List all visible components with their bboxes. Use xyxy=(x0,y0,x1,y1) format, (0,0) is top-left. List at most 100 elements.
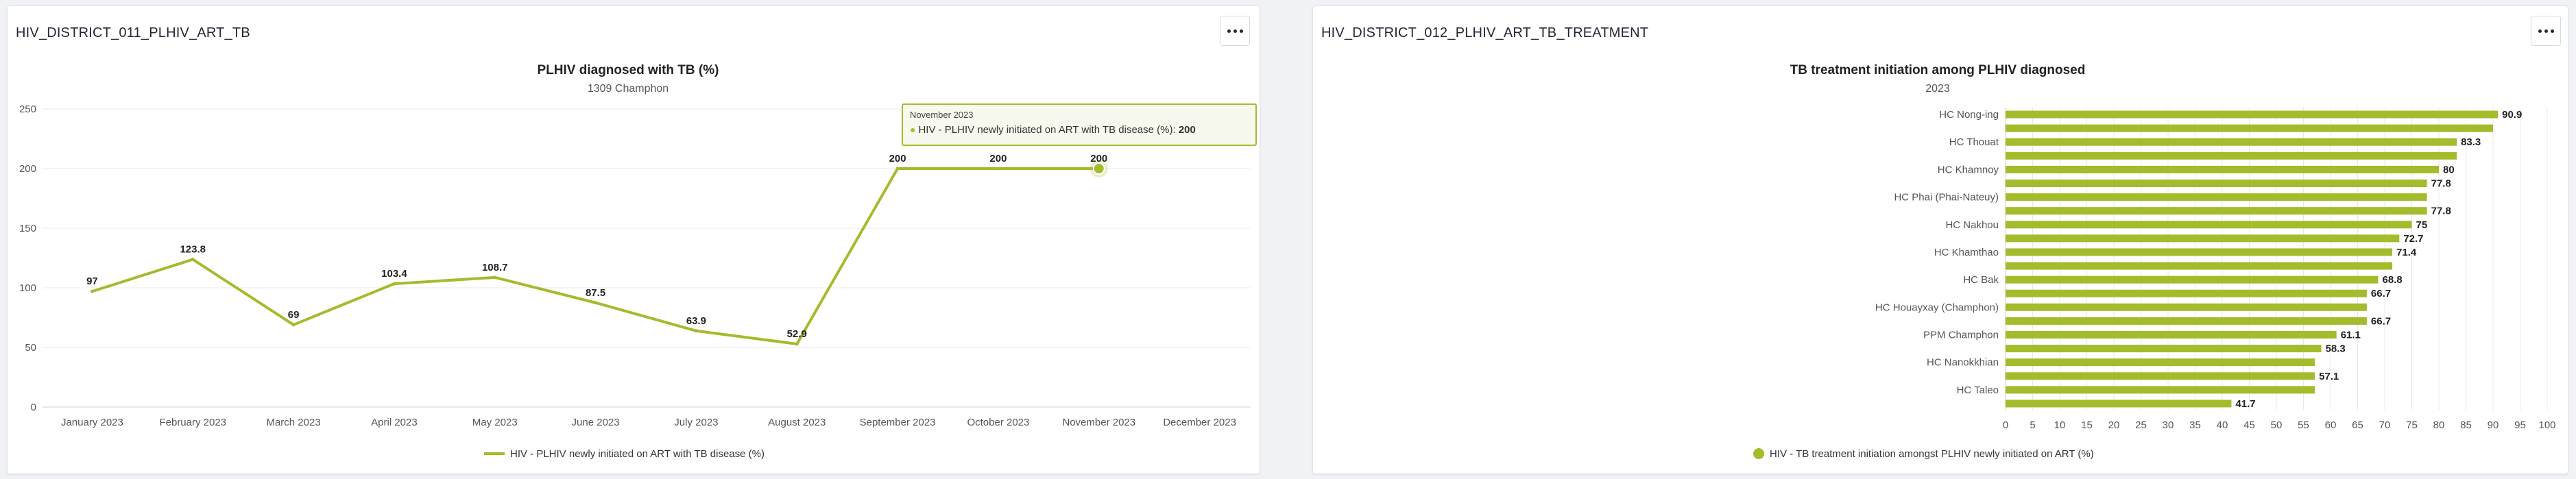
data-point xyxy=(594,301,598,305)
bar xyxy=(2006,400,2232,408)
y-category-label: HC Nakhou xyxy=(1945,219,1999,231)
x-tick-label: 20 xyxy=(2108,419,2120,431)
data-point xyxy=(392,282,396,286)
y-category-label: HC Houayxay (Champhon) xyxy=(1875,302,1999,313)
x-tick-label: 30 xyxy=(2163,419,2174,431)
data-label: 72.7 xyxy=(2403,233,2423,245)
chart-subtitle: 2023 xyxy=(1925,83,1950,95)
x-tick-label: January 2023 xyxy=(61,417,123,428)
x-tick-label: 0 xyxy=(2003,419,2008,431)
y-category-label: HC Thouat xyxy=(1949,136,1999,148)
chart-tooltip: November 2023 ● HIV - PLHIV newly initiat… xyxy=(902,103,1257,146)
bar xyxy=(2006,303,2367,311)
x-tick-label: March 2023 xyxy=(266,417,320,428)
x-tick-label: June 2023 xyxy=(572,417,620,428)
bar xyxy=(2006,317,2367,325)
bar xyxy=(2006,275,2379,284)
x-tick-label: 50 xyxy=(2271,419,2283,431)
x-tick-label: 65 xyxy=(2352,419,2363,431)
bar-chart: TB treatment initiation among PLHIV diag… xyxy=(1753,63,2556,460)
bar xyxy=(2006,193,2427,201)
x-tick-label: 25 xyxy=(2135,419,2147,431)
bar xyxy=(2006,165,2439,173)
x-tick-label: 70 xyxy=(2379,419,2391,431)
data-point xyxy=(996,167,1000,171)
y-tick-label: 50 xyxy=(25,342,36,354)
x-tick-label: 45 xyxy=(2243,419,2255,431)
bar xyxy=(2006,221,2412,229)
x-tick-label: 75 xyxy=(2406,419,2418,431)
y-tick-label: 150 xyxy=(19,223,36,234)
data-point xyxy=(191,258,195,262)
data-label: 66.7 xyxy=(2371,315,2391,327)
bar xyxy=(2006,386,2315,394)
x-tick-label: October 2023 xyxy=(967,417,1029,428)
line-chart: PLHIV diagnosed with TB (%) 1309 Champhon… xyxy=(19,63,1250,460)
bar-chart-panel: HIV_DISTRICT_012_PLHIV_ART_TB_TREATMENT … xyxy=(1312,5,2568,474)
bar xyxy=(2006,138,2457,146)
x-tick-label: 85 xyxy=(2460,419,2472,431)
bar xyxy=(2006,358,2315,367)
data-label: 80 xyxy=(2443,164,2455,175)
x-tick-label: 35 xyxy=(2189,419,2201,431)
data-label: 200 xyxy=(1090,153,1107,164)
data-label: 58.3 xyxy=(2326,343,2346,355)
tooltip-series-marker-icon: ● xyxy=(910,124,916,135)
tooltip-date: November 2023 xyxy=(910,110,974,120)
data-label: 57.1 xyxy=(2319,371,2339,382)
data-label: 83.3 xyxy=(2461,136,2481,148)
line-chart-panel: HIV_DISTRICT_011_PLHIV_ART_TB PLHIV diag… xyxy=(7,5,1260,474)
data-label: 108.7 xyxy=(482,262,508,273)
y-tick-label: 100 xyxy=(19,282,36,294)
x-tick-label: 55 xyxy=(2298,419,2309,431)
y-category-label: HC Bak xyxy=(1963,274,1999,286)
data-label: 52.9 xyxy=(787,328,807,340)
data-label: 61.1 xyxy=(2341,330,2361,341)
x-tick-label: 80 xyxy=(2433,419,2445,431)
y-category-label: HC Nanokkhian xyxy=(1927,357,1999,369)
y-category-label: PPM Champhon xyxy=(1923,330,1999,341)
data-point xyxy=(795,342,799,346)
y-category-label: HC Phai (Phai-Nateuy) xyxy=(1894,192,1999,204)
x-tick-label: July 2023 xyxy=(674,417,718,428)
data-label: 90.9 xyxy=(2502,109,2522,121)
x-tick-label: 95 xyxy=(2514,419,2526,431)
data-label: 66.7 xyxy=(2371,288,2391,299)
bar xyxy=(2006,262,2393,270)
data-point xyxy=(895,167,900,171)
x-tick-label: 5 xyxy=(2030,419,2035,431)
legend-swatch xyxy=(1753,448,1764,459)
data-label: 77.8 xyxy=(2431,178,2451,190)
y-tick-label: 250 xyxy=(19,103,36,115)
bar xyxy=(2006,248,2393,256)
data-point xyxy=(90,289,94,293)
data-point xyxy=(493,275,497,280)
x-tick-label: 15 xyxy=(2081,419,2093,431)
bar xyxy=(2006,234,2400,243)
data-label: 69 xyxy=(288,309,300,321)
tooltip-value: 200 xyxy=(1178,124,1196,136)
x-tick-label: 100 xyxy=(2538,419,2555,431)
data-label: 63.9 xyxy=(686,315,706,327)
bar xyxy=(2006,372,2315,380)
x-tick-label: 40 xyxy=(2217,419,2228,431)
data-point xyxy=(291,323,296,327)
x-tick-label: August 2023 xyxy=(768,417,826,428)
x-tick-label: April 2023 xyxy=(371,417,418,428)
y-category-label: HC Khamnoy xyxy=(1938,164,1999,175)
y-category-label: HC Khamthao xyxy=(1934,247,1999,258)
x-tick-label: September 2023 xyxy=(860,417,936,428)
series-line xyxy=(91,167,1099,345)
x-tick-label: 60 xyxy=(2325,419,2337,431)
data-label: 200 xyxy=(889,153,906,164)
data-label: 103.4 xyxy=(381,268,407,280)
legend-label: HIV - PLHIV newly initiated on ART with … xyxy=(510,448,765,460)
bar xyxy=(2006,207,2427,215)
bar xyxy=(2006,331,2337,339)
bar xyxy=(2006,180,2427,187)
tooltip-series-name: HIV - PLHIV newly initiated on ART with … xyxy=(918,124,1173,136)
chart-title: PLHIV diagnosed with TB (%) xyxy=(538,63,719,77)
x-tick-label: February 2023 xyxy=(159,417,226,428)
data-label: 200 xyxy=(989,153,1007,164)
bar xyxy=(2006,289,2367,297)
